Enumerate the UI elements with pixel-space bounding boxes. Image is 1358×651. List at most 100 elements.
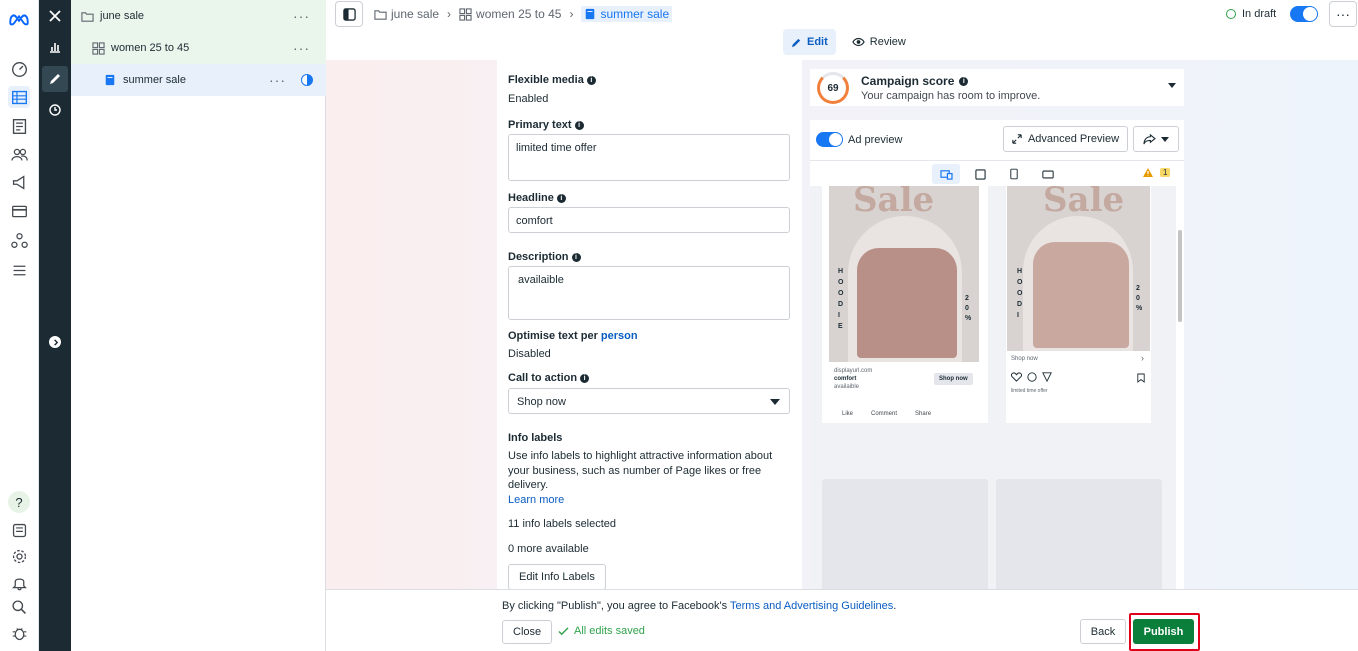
meta-logo-icon[interactable] <box>6 8 32 30</box>
publish-toggle[interactable] <box>1290 6 1318 22</box>
pages-icon[interactable] <box>8 115 30 137</box>
headline-label: Headline i <box>508 192 790 204</box>
breadcrumb-ad[interactable]: summer sale <box>581 6 673 22</box>
ad-creative-form: Flexible media i Enabled Primary text i li… <box>497 60 802 589</box>
adset-grid-icon <box>91 41 105 55</box>
feed-card-meta: displayurl.com comfort availaible <box>834 368 873 390</box>
preview-scrollbar[interactable] <box>1176 186 1184 589</box>
sidebar-toggle-icon <box>342 7 356 21</box>
toggle-panel-button[interactable] <box>335 1 363 27</box>
top-bar: june sale › women 25 to 45 › summer sale… <box>326 0 1358 28</box>
tree-item-ad[interactable]: summer sale ··· <box>71 64 326 96</box>
bar-chart-icon[interactable] <box>42 34 68 60</box>
review-tab[interactable]: Review <box>844 29 914 55</box>
billing-icon[interactable] <box>8 200 30 222</box>
breadcrumb: june sale › women 25 to 45 › summer sale <box>374 6 673 22</box>
warnings-indicator[interactable]: 1 <box>1142 167 1171 178</box>
tree-item-label: summer sale <box>123 74 186 86</box>
headline-input[interactable]: comfort <box>508 207 790 233</box>
comment-icon <box>1027 372 1037 382</box>
info-labels-help: Use info labels to highlight attractive … <box>508 450 773 491</box>
learn-more-link[interactable]: Learn more <box>508 493 790 508</box>
placement-feed-icon[interactable] <box>966 164 994 184</box>
placement-all-icon[interactable] <box>932 164 960 184</box>
publish-button[interactable]: Publish <box>1133 619 1194 644</box>
placement-story-icon[interactable] <box>1000 164 1028 184</box>
insta-caption: limited time offer <box>1011 388 1048 394</box>
close-icon[interactable] <box>42 3 68 29</box>
feed-shop-now-button[interactable]: Shop now <box>934 373 973 385</box>
global-nav-rail: ? <box>0 0 39 651</box>
events-icon[interactable] <box>8 229 30 251</box>
tree-item-adset[interactable]: women 25 to 45 ··· <box>71 32 326 64</box>
share-icon <box>1143 133 1156 144</box>
share-action[interactable]: Share <box>915 411 931 417</box>
more-options-icon[interactable]: ··· <box>293 40 310 56</box>
notifications-icon[interactable] <box>8 571 30 593</box>
advanced-preview-button[interactable]: Advanced Preview <box>1003 126 1128 152</box>
feed-preview-card[interactable]: Sale HOODIE 2 0% displayurl.com comfort a… <box>822 186 988 423</box>
search-icon[interactable] <box>8 596 30 618</box>
placement-banner-icon[interactable] <box>1034 164 1062 184</box>
placement-toolbar: 1 <box>810 160 1184 186</box>
description-input[interactable]: availaible <box>508 266 790 320</box>
more-options-icon[interactable]: ··· <box>293 8 310 24</box>
comment-action[interactable]: Comment <box>871 411 897 417</box>
saved-status: All edits saved <box>558 625 645 637</box>
cta-select[interactable]: Shop now <box>508 388 790 414</box>
checkmark-icon <box>558 626 569 635</box>
more-options-icon[interactable]: ··· <box>269 72 286 88</box>
ads-icon[interactable] <box>8 171 30 193</box>
loading-placeholder <box>822 479 988 589</box>
primary-text-input[interactable]: limited time offer <box>508 134 790 181</box>
more-options-button[interactable]: ··· <box>1329 1 1357 27</box>
insta-shop-now-bar[interactable]: Shop now <box>1011 355 1038 363</box>
info-icon: i <box>574 120 584 130</box>
discount-text: 2 0% <box>965 295 972 322</box>
chevron-right-icon: › <box>569 7 574 21</box>
close-button[interactable]: Close <box>502 620 553 644</box>
ad-preview-panel: Ad preview Advanced Preview 1 Sale H O O… <box>810 120 1184 589</box>
tree-item-campaign[interactable]: june sale ··· <box>71 0 326 32</box>
hoodie-vertical-text: HOODIE <box>838 268 844 330</box>
history-icon[interactable] <box>42 97 68 123</box>
chevron-right-icon: › <box>1141 353 1144 363</box>
publish-highlight: Publish <box>1129 613 1200 651</box>
discount-text: 2 0% <box>1136 285 1143 312</box>
folder-icon <box>80 9 94 23</box>
pencil-icon[interactable] <box>42 66 68 92</box>
tree-item-label: june sale <box>100 10 145 22</box>
pencil-icon <box>791 38 801 47</box>
like-action[interactable]: Like <box>842 411 853 417</box>
audiences-icon[interactable] <box>8 143 30 165</box>
score-ring: 69 <box>817 72 849 104</box>
tree-item-label: women 25 to 45 <box>111 42 190 54</box>
menu-icon[interactable] <box>8 259 30 281</box>
expand-chevron-icon[interactable] <box>49 336 61 348</box>
bug-icon[interactable] <box>8 622 30 644</box>
optimise-text-link[interactable]: person <box>601 330 638 342</box>
chevron-down-icon[interactable] <box>1168 83 1176 88</box>
info-icon: i <box>586 75 596 85</box>
edit-tab[interactable]: Edit <box>783 29 836 55</box>
breadcrumb-campaign[interactable]: june sale <box>374 7 439 21</box>
ad-preview-toggle[interactable] <box>816 132 843 147</box>
insta-actions <box>1011 372 1052 382</box>
campaigns-table-icon[interactable] <box>8 86 30 108</box>
hoodie-graphic <box>1033 242 1129 348</box>
breadcrumb-adset[interactable]: women 25 to 45 <box>459 7 561 21</box>
description-label: Description i <box>508 251 790 263</box>
settings-icon[interactable] <box>8 545 30 567</box>
back-button[interactable]: Back <box>1080 619 1126 644</box>
reports-icon[interactable] <box>8 519 30 541</box>
folder-icon <box>374 9 387 20</box>
dashboard-icon[interactable] <box>8 58 30 80</box>
scrollbar-thumb[interactable] <box>1178 230 1182 322</box>
share-button[interactable] <box>1133 126 1179 152</box>
edit-info-labels-button[interactable]: Edit Info Labels <box>508 564 606 589</box>
instagram-preview-card[interactable]: Sale HOODI 2 0% Shop now › limited time o… <box>1006 186 1151 423</box>
terms-link[interactable]: Terms and Advertising Guidelines <box>730 600 893 612</box>
campaign-score-card[interactable]: 69 Campaign score i Your campaign has roo… <box>810 69 1184 106</box>
help-icon[interactable]: ? <box>8 491 30 513</box>
flexible-media-value: Enabled <box>508 93 549 105</box>
